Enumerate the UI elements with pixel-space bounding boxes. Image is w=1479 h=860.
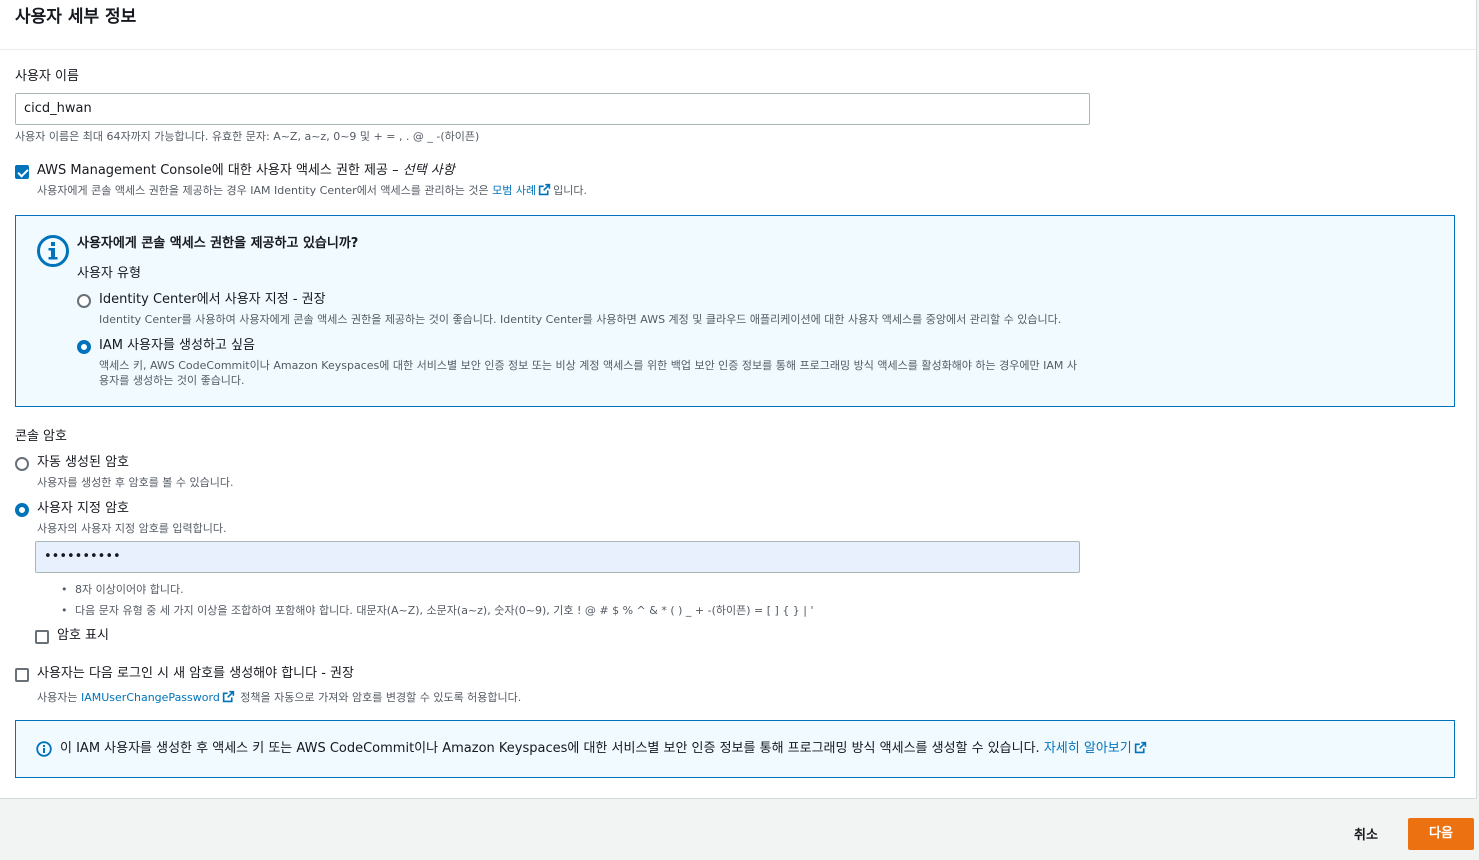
require-reset-label[interactable]: 사용자는 다음 로그인 시 새 암호를 생성해야 합니다 - 권장 <box>37 665 354 683</box>
user-type-info-box: 사용자에게 콘솔 액세스 권한을 제공하고 있습니까? 사용자 유형 Ident… <box>15 215 1455 407</box>
external-link-icon[interactable] <box>1134 741 1147 754</box>
access-key-info-text: 이 IAM 사용자를 생성한 후 액세스 키 또는 AWS CodeCommit… <box>60 740 1149 758</box>
best-practice-link[interactable]: 모범 사례 <box>492 184 536 197</box>
access-key-info-box: 이 IAM 사용자를 생성한 후 액세스 키 또는 AWS CodeCommit… <box>15 720 1455 778</box>
password-input[interactable]: •••••••••• <box>35 541 1080 573</box>
password-rule-length: 8자 이상이어야 합니다. <box>61 582 184 597</box>
custom-password-label[interactable]: 사용자 지정 암호 <box>37 500 129 518</box>
console-access-label[interactable]: AWS Management Console에 대한 사용자 액세스 권한 제공… <box>37 162 455 180</box>
require-reset-desc-suffix: 정책을 자동으로 가져와 암호를 변경할 수 있도록 허용합니다. <box>236 691 522 704</box>
iam-user-change-password-link[interactable]: IAMUserChangePassword <box>81 691 220 704</box>
custom-password-desc: 사용자의 사용자 지정 암호를 입력합니다. <box>37 522 227 535</box>
user-type-box-title: 사용자에게 콘솔 액세스 권한을 제공하고 있습니까? <box>77 236 359 251</box>
custom-password-radio[interactable] <box>15 503 29 517</box>
show-password-label[interactable]: 암호 표시 <box>57 627 109 645</box>
console-access-desc-prefix: 사용자에게 콘솔 액세스 권한을 제공하는 경우 IAM Identity Ce… <box>37 184 493 197</box>
external-link-icon[interactable] <box>222 690 235 703</box>
access-key-info-main: 이 IAM 사용자를 생성한 후 액세스 키 또는 AWS CodeCommit… <box>60 741 1040 756</box>
info-icon <box>37 235 69 267</box>
card-header: 사용자 세부 정보 <box>0 0 1476 50</box>
next-button[interactable]: 다음 <box>1408 818 1474 850</box>
iam-user-option-desc-1: 액세스 키, AWS CodeCommit이나 Amazon Keyspaces… <box>99 359 1078 372</box>
auto-password-desc: 사용자를 생성한 후 암호를 볼 수 있습니다. <box>37 476 234 489</box>
user-details-card: 사용자 세부 정보 사용자 이름 cicd_hwan 사용자 이름은 최대 64… <box>0 0 1477 799</box>
user-type-group-label: 사용자 유형 <box>77 266 141 281</box>
auto-password-radio[interactable] <box>15 457 29 471</box>
external-link-icon[interactable] <box>538 183 551 196</box>
console-password-label: 콘솔 암호 <box>15 429 67 444</box>
show-password-checkbox[interactable] <box>35 630 49 644</box>
cancel-button[interactable]: 취소 <box>1354 824 1378 843</box>
info-icon <box>36 741 52 757</box>
username-label: 사용자 이름 <box>15 69 79 84</box>
require-reset-desc: 사용자는 IAMUserChangePassword 정책을 자동으로 가져와 … <box>37 690 521 705</box>
require-reset-checkbox[interactable] <box>15 668 29 682</box>
password-rule-types: 다음 문자 유형 중 세 가지 이상을 조합하여 포함해야 합니다. 대문자(A… <box>61 603 814 618</box>
console-access-label-main: AWS Management Console에 대한 사용자 액세스 권한 제공… <box>37 163 403 178</box>
console-access-desc-suffix: 입니다. <box>553 184 587 197</box>
require-reset-desc-prefix: 사용자는 <box>37 691 81 704</box>
identity-center-radio[interactable] <box>77 294 91 308</box>
auto-password-label[interactable]: 자동 생성된 암호 <box>37 454 129 472</box>
learn-more-link[interactable]: 자세히 알아보기 <box>1044 741 1132 756</box>
console-access-desc: 사용자에게 콘솔 액세스 권한을 제공하는 경우 IAM Identity Ce… <box>37 183 587 198</box>
iam-user-radio[interactable] <box>77 340 91 354</box>
username-hint: 사용자 이름은 최대 64자까지 가능합니다. 유효한 문자: A~Z, a~z… <box>15 130 480 143</box>
iam-user-option-desc-2: 용자를 생성하는 것이 좋습니다. <box>99 374 245 387</box>
username-input[interactable]: cicd_hwan <box>15 93 1090 125</box>
identity-center-option-desc: Identity Center를 사용하여 사용자에게 콘솔 액세스 권한을 제… <box>99 313 1062 326</box>
section-title: 사용자 세부 정보 <box>15 7 137 27</box>
console-access-checkbox[interactable] <box>15 165 29 179</box>
identity-center-option-label[interactable]: Identity Center에서 사용자 지정 - 권장 <box>99 291 326 309</box>
console-access-label-optional: 선택 사항 <box>402 163 455 178</box>
iam-user-option-label[interactable]: IAM 사용자를 생성하고 싶음 <box>99 337 255 355</box>
